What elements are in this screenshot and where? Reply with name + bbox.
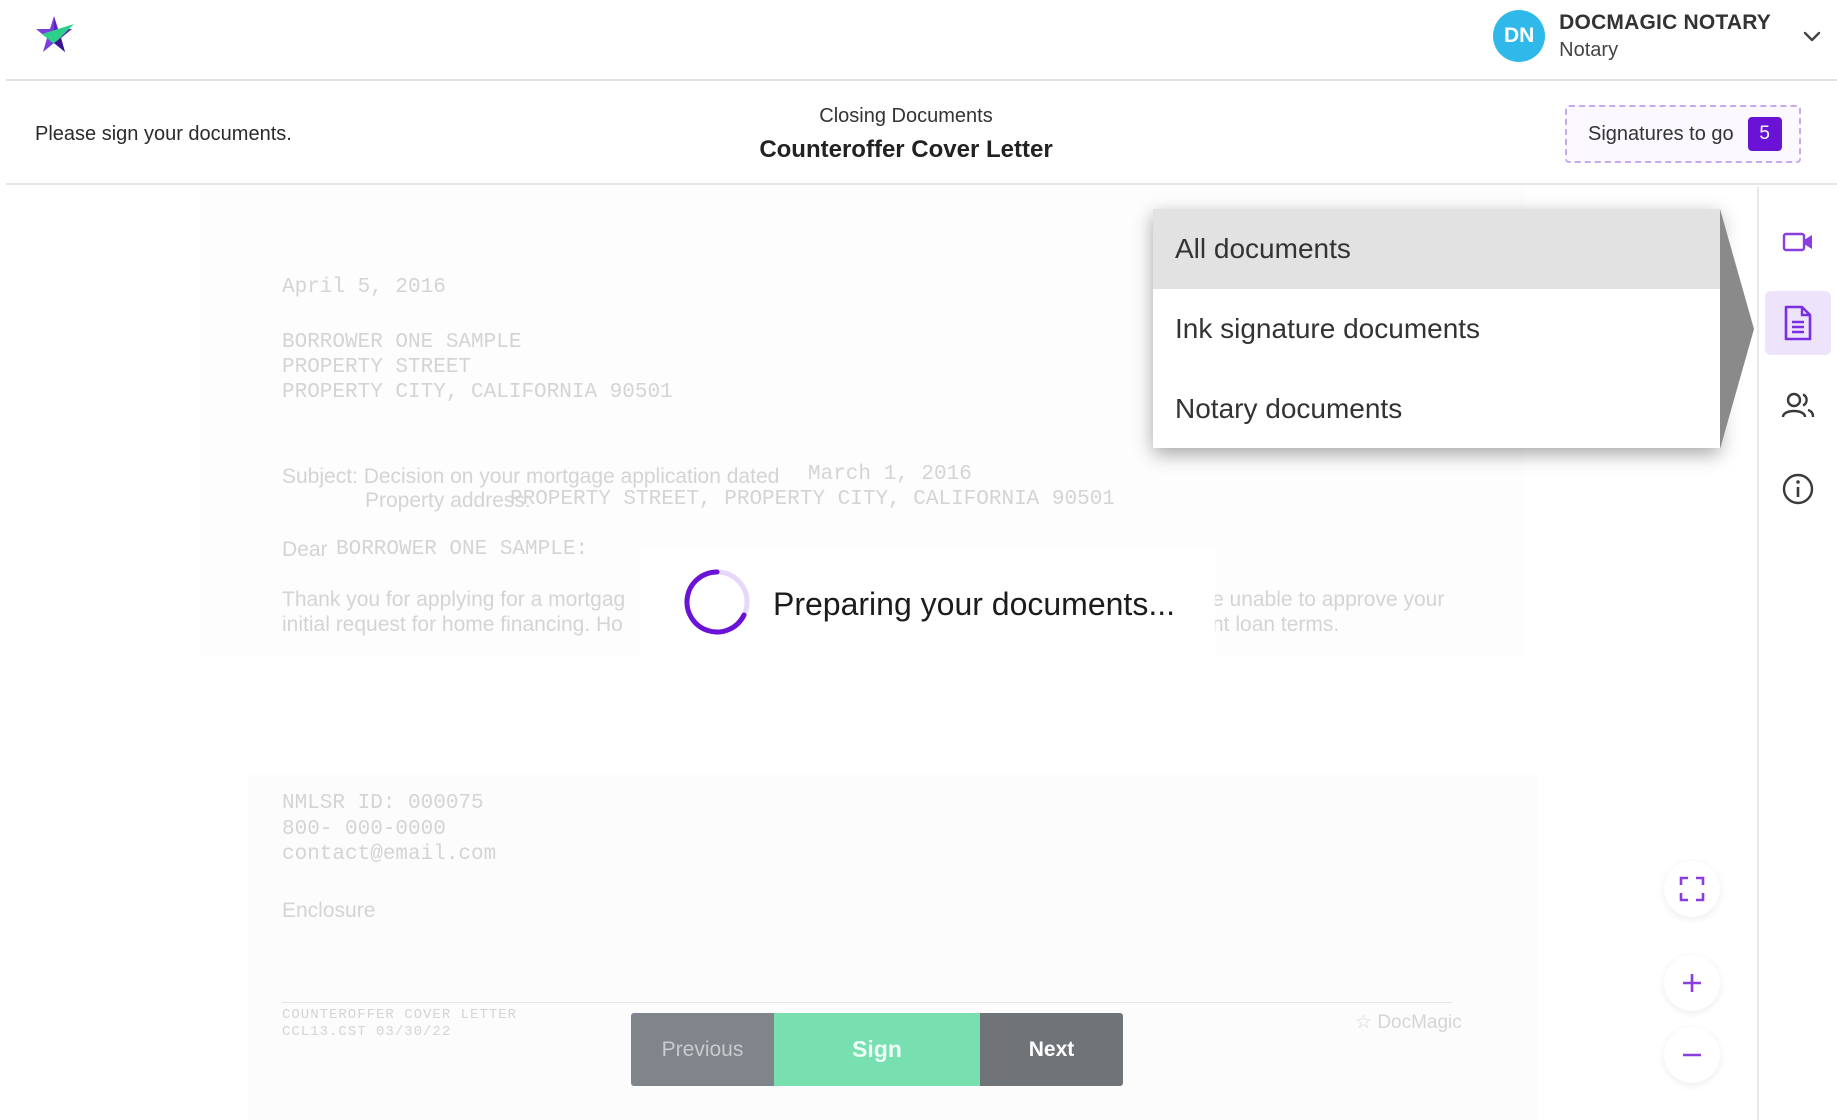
- signing-navigation: Previous Sign Next: [631, 1013, 1123, 1086]
- body-text-right-1: e unable to approve your: [1212, 588, 1445, 611]
- fullscreen-button[interactable]: [1664, 861, 1720, 917]
- dropdown-item-ink-signature-documents[interactable]: Ink signature documents: [1153, 289, 1720, 369]
- contact-email: contact@email.com: [282, 843, 497, 866]
- salutation-name: BORROWER ONE SAMPLE:: [336, 538, 589, 561]
- dropdown-item-all-documents[interactable]: All documents: [1153, 209, 1720, 289]
- next-button[interactable]: Next: [980, 1013, 1123, 1086]
- zoom-out-icon: [1683, 1053, 1701, 1057]
- loading-spinner-icon: [684, 569, 750, 635]
- sidebar-item-documents[interactable]: [1765, 291, 1831, 355]
- docmagic-watermark: ☆ DocMagic: [1355, 1012, 1462, 1033]
- document-filter-dropdown: All documents Ink signature documents No…: [1153, 209, 1720, 448]
- dropdown-pointer: [1720, 209, 1754, 449]
- participants-icon: [1781, 392, 1815, 418]
- enclosure-text: Enclosure: [282, 899, 376, 922]
- address-line-3: PROPERTY CITY, CALIFORNIA 90501: [282, 381, 673, 404]
- sidebar-item-info[interactable]: [1765, 457, 1831, 521]
- body-text-left-2: initial request for home financing. Ho: [282, 613, 623, 636]
- signatures-to-go-label: Signatures to go: [1588, 122, 1734, 145]
- user-role: Notary: [1559, 38, 1619, 61]
- zoom-in-icon: [1683, 974, 1701, 992]
- app-root: DN DOCMAGIC NOTARY Notary Please sign yo…: [0, 0, 1837, 1120]
- letter-date: April 5, 2016: [282, 276, 446, 299]
- chevron-down-icon[interactable]: [1801, 25, 1823, 47]
- info-icon: [1782, 473, 1814, 505]
- footer-title: COUNTEROFFER COVER LETTER: [282, 1007, 518, 1023]
- star-logo-icon[interactable]: [34, 14, 80, 58]
- sign-button[interactable]: Sign: [774, 1013, 980, 1086]
- loading-overlay: Preparing your documents...: [640, 549, 1215, 659]
- subject-date: March 1, 2016: [808, 463, 972, 486]
- zoom-in-button[interactable]: [1664, 955, 1720, 1011]
- document-category: Closing Documents: [819, 105, 993, 127]
- document-title: Counteroffer Cover Letter: [759, 136, 1053, 163]
- right-sidebar: [1757, 187, 1837, 1120]
- user-name: DOCMAGIC NOTARY: [1559, 10, 1771, 34]
- sidebar-item-participants[interactable]: [1765, 373, 1831, 437]
- document-header: Please sign your documents. Closing Docu…: [6, 83, 1837, 185]
- top-bar: DN DOCMAGIC NOTARY Notary: [6, 0, 1837, 81]
- dropdown-item-notary-documents[interactable]: Notary documents: [1153, 369, 1720, 449]
- property-address: PROPERTY STREET, PROPERTY CITY, CALIFORN…: [510, 488, 1115, 511]
- property-label: Property address:: [365, 489, 531, 512]
- signatures-count-badge: 5: [1747, 117, 1782, 151]
- avatar: DN: [1493, 10, 1546, 62]
- previous-button[interactable]: Previous: [631, 1013, 774, 1086]
- video-icon: [1782, 232, 1812, 252]
- address-line-1: BORROWER ONE SAMPLE: [282, 331, 522, 354]
- body-text-right-2: nt loan terms.: [1212, 613, 1340, 636]
- signatures-to-go-button[interactable]: Signatures to go 5: [1565, 105, 1801, 163]
- user-info: DOCMAGIC NOTARY Notary: [1559, 11, 1771, 62]
- salutation-prefix: Dear: [282, 538, 328, 561]
- body-text-left-1: Thank you for applying for a mortgag: [282, 588, 626, 611]
- contact-phone: 800- 000-0000: [282, 818, 446, 841]
- footer-code: CCL13.CST 03/30/22: [282, 1024, 452, 1040]
- user-menu[interactable]: DN DOCMAGIC NOTARY Notary: [1493, 8, 1823, 64]
- address-line-2: PROPERTY STREET: [282, 356, 472, 379]
- docmagic-brand: DocMagic: [1377, 1012, 1462, 1033]
- footer-divider: [282, 1002, 1452, 1003]
- subject-text: Subject: Decision on your mortgage appli…: [282, 465, 780, 488]
- sidebar-item-video[interactable]: [1765, 210, 1831, 274]
- document-title-block: Closing Documents Counteroffer Cover Let…: [6, 105, 1806, 164]
- document-icon: [1784, 305, 1812, 341]
- fullscreen-icon: [1679, 876, 1705, 902]
- loading-text: Preparing your documents...: [773, 586, 1175, 622]
- nmlsr-id: NMLSR ID: 000075: [282, 792, 484, 815]
- zoom-out-button[interactable]: [1664, 1027, 1720, 1083]
